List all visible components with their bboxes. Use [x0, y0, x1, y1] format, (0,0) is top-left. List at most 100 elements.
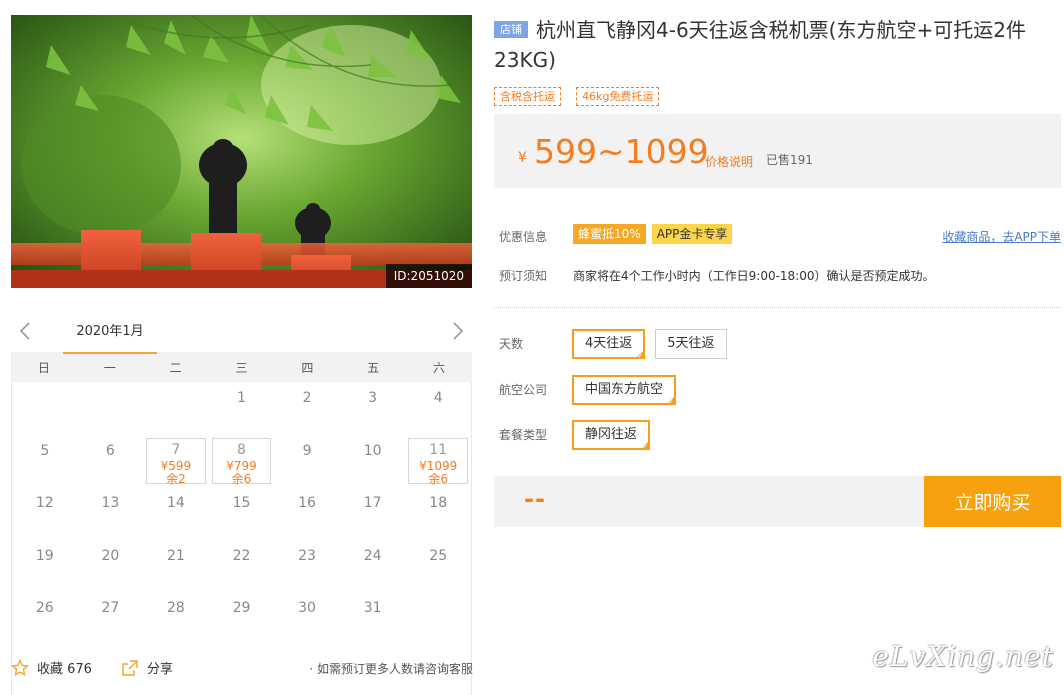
day-number: 2 — [302, 390, 312, 406]
weekday-row: 日一二三四五六 — [11, 352, 472, 382]
calendar-day: 20 — [78, 540, 144, 593]
airline-options: 中国东方航空 — [572, 375, 686, 408]
star-icon — [11, 658, 29, 676]
day-number: 11 — [429, 441, 448, 458]
package-option-shizuoka[interactable]: 静冈往返 — [572, 420, 651, 453]
day-number: 31 — [363, 600, 382, 616]
notice-label: 预订须知 — [499, 269, 548, 283]
day-number: 7 — [171, 441, 181, 458]
calendar-day: 24 — [340, 540, 406, 593]
day-number: 26 — [35, 600, 54, 616]
honey-discount-tag: 蜂蜜抵10% — [573, 224, 646, 244]
favorite-label: 收藏 676 — [37, 662, 92, 677]
day-remaining: 余2 — [166, 471, 186, 486]
day-number: 19 — [35, 547, 54, 564]
calendar-day: 28 — [143, 592, 209, 645]
calendar-day: 31 — [340, 592, 406, 645]
buy-now-button[interactable]: 立即购买 — [924, 476, 1061, 527]
discount-tags: 蜂蜜抵10% APP金卡专享 — [573, 224, 738, 244]
calendar-day: 5 — [12, 435, 78, 488]
day-number: 12 — [35, 495, 54, 511]
package-options: 静冈往返 — [572, 420, 660, 453]
days-option-4[interactable]: 4天往返 — [572, 329, 646, 362]
calendar-day-available[interactable]: 8 ¥799 余6 — [211, 437, 272, 486]
day-number: 8 — [237, 441, 246, 458]
calendar-header: 2020年1月 — [11, 316, 472, 354]
calendar-day: 23 — [274, 540, 340, 593]
sold-count: 已售191 — [766, 153, 813, 167]
day-number: 30 — [298, 600, 316, 616]
share-icon — [122, 659, 138, 676]
calendar-day-available[interactable]: 7 ¥599 余2 — [146, 437, 206, 486]
day-number: 25 — [429, 547, 448, 564]
action-bar: 收藏 676 分享 · 如需预订更多人数请咨询客服 — [11, 656, 473, 682]
calendar-day — [12, 382, 78, 435]
app-order-link[interactable]: 收藏商品，去APP下单 — [942, 228, 1061, 245]
product-title: 杭州直飞静冈4-6天往返含税机票(东方航空+可托运2件23KG) — [494, 18, 1026, 72]
price-explain-link[interactable]: 价格说明 — [705, 153, 753, 170]
day-number: 27 — [101, 600, 120, 616]
shop-badge: 店铺 — [494, 21, 528, 38]
divider — [494, 307, 1061, 308]
airline-option-eastern[interactable]: 中国东方航空 — [572, 375, 677, 408]
calendar-day: 1 — [209, 382, 275, 435]
day-price: ¥599 — [160, 458, 192, 473]
calendar-day: 29 — [209, 592, 275, 645]
day-number: 22 — [232, 547, 251, 564]
calendar-day: 27 — [78, 592, 144, 645]
day-remaining: 余6 — [231, 471, 252, 486]
day-number: 3 — [368, 390, 378, 406]
watermark-logo: eLvXing.net — [872, 640, 1054, 673]
feature-tags: 含税含托运 46kg免费托运 — [494, 85, 1061, 106]
calendar-day — [405, 592, 471, 645]
calendar-day: 3 — [340, 382, 406, 435]
day-number: 10 — [363, 442, 382, 459]
price-calendar: 2020年1月 日一二三四五六 1 2 3 4 5 6 7 ¥599 余2 8 ¥799 余6 9 10 1… — [11, 316, 472, 695]
discount-label: 优惠信息 — [499, 230, 548, 244]
weekday-label: 六 — [433, 360, 446, 375]
calendar-day: 9 — [274, 435, 340, 488]
product-info: 店铺 杭州直飞静冈4-6天往返含税机票(东方航空+可托运2件23KG) 含税含托运… — [494, 15, 1061, 527]
day-number: 6 — [105, 442, 115, 459]
day-number: 13 — [101, 495, 120, 511]
calendar-day — [78, 382, 144, 435]
photo-illustration — [11, 15, 472, 288]
calendar-day: 26 — [12, 592, 78, 645]
day-number: 21 — [167, 547, 185, 564]
day-remaining: 余6 — [428, 471, 449, 486]
day-number: 16 — [298, 495, 316, 511]
product-photo: ID:2051020 — [11, 15, 472, 288]
airline-label: 航空公司 — [499, 383, 548, 397]
total-price: -- — [524, 485, 546, 513]
calendar-month-tab[interactable]: 2020年1月 — [63, 316, 157, 354]
calendar-day: 13 — [78, 487, 144, 540]
prev-month-button[interactable] — [15, 320, 37, 342]
package-label: 套餐类型 — [499, 428, 548, 442]
photo-id-label: ID:2051020 — [385, 264, 472, 288]
product-title-block: 店铺 杭州直飞静冈4-6天往返含税机票(东方航空+可托运2件23KG) — [494, 15, 1061, 75]
next-month-button[interactable] — [446, 320, 468, 342]
calendar-day: 17 — [340, 487, 406, 540]
day-number: 15 — [232, 495, 251, 511]
calendar-day: 12 — [12, 487, 78, 540]
days-options: 4天往返 5天往返 — [572, 329, 737, 362]
day-number: 28 — [167, 600, 185, 616]
weekday-label: 三 — [235, 360, 248, 375]
price-box: ¥ 599~1099 价格说明 已售191 — [494, 114, 1061, 188]
day-number: 23 — [298, 547, 316, 564]
day-number: 5 — [40, 442, 50, 459]
weekday-label: 一 — [103, 360, 116, 375]
notice-text: 商家将在4个工作小时内（工作日9:00-18:00）确认是否预定成功。 — [573, 269, 935, 283]
share-button[interactable]: 分享 — [121, 658, 173, 677]
calendar-day: 2 — [274, 382, 340, 435]
feature-tag: 含税含托运 — [494, 87, 561, 106]
calendar-day-available[interactable]: 11 ¥1099 余6 — [408, 437, 468, 486]
calendar-day: 19 — [12, 540, 78, 593]
weekday-label: 日 — [37, 360, 50, 375]
day-price: ¥1099 — [419, 458, 458, 473]
calendar-day: 16 — [274, 487, 340, 540]
day-price: ¥799 — [226, 458, 257, 473]
calendar-day: 30 — [274, 592, 340, 645]
days-option-5[interactable]: 5天往返 — [655, 329, 727, 359]
favorite-button[interactable]: 收藏 676 — [11, 658, 92, 677]
